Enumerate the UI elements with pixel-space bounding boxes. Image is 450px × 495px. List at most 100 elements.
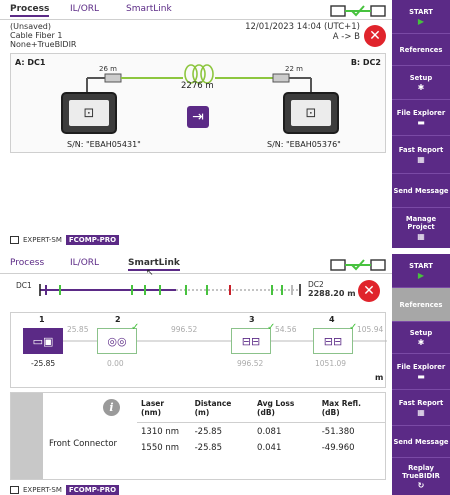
- otdr-device-b: ⊡: [283, 92, 339, 134]
- start-label: START: [409, 7, 433, 16]
- play-icon: ▶: [417, 270, 425, 280]
- cell-laser: 1550 nm: [141, 443, 180, 453]
- gear-icon: ✱: [417, 337, 425, 347]
- references-button[interactable]: References: [392, 288, 450, 322]
- event-number: 3: [249, 315, 255, 324]
- report-icon: ▦: [417, 154, 425, 164]
- setup-button[interactable]: Setup ✱: [392, 322, 450, 354]
- project-icon: ▦: [417, 232, 425, 241]
- cable-name: Cable Fiber 1: [10, 31, 63, 40]
- fiber-coil-icon: ◎◎: [107, 334, 127, 348]
- fiber-event-bar[interactable]: [0, 282, 310, 298]
- tab-process[interactable]: Process: [10, 4, 50, 17]
- connector-icon: ▭▣: [32, 334, 54, 348]
- send-message-label: Send Message: [393, 437, 449, 446]
- link-status-icon: [330, 259, 386, 271]
- replay-truebidir-label: Replay TrueBIDIR: [402, 463, 440, 480]
- folder-icon: ▬: [417, 117, 425, 127]
- file-explorer-label: File Explorer: [396, 362, 446, 371]
- gear-icon: ✱: [417, 82, 425, 92]
- serial-a: S/N: "EBAH05431": [67, 140, 141, 149]
- total-length: 2288.20 m: [308, 289, 356, 298]
- references-button[interactable]: References: [392, 34, 450, 66]
- launch-b-length: 22 m: [285, 65, 303, 73]
- references-label: References: [399, 300, 443, 309]
- job-info: (Unsaved) Cable Fiber 1 None+TrueBIDIR: [10, 22, 77, 49]
- table-row: 1310 nm -25.85 0.081 -51.380: [137, 423, 385, 440]
- event-4-splice[interactable]: ⊟⊟: [313, 328, 353, 354]
- references-label: References: [399, 45, 443, 54]
- tab-smartlink[interactable]: SmartLink: [126, 4, 172, 14]
- otdr-screen-icon: ⊡: [291, 100, 331, 126]
- cell-max-refl: -49.960: [321, 443, 355, 453]
- module-label: EXPERT-SM: [23, 486, 62, 494]
- save-status: (Unsaved): [10, 22, 51, 31]
- process-screen: Process IL/ORL SmartLink (Unsaved) Cable…: [0, 0, 450, 248]
- link-diagram: A: DC1 B: DC2 26 m 22 m 2276 m ⊡ ⊡ ⇥ S/N…: [10, 53, 386, 153]
- datetime-block: 12/01/2023 14:04 (UTC+1) A -> B: [245, 22, 360, 42]
- dc2-label: DC2: [308, 280, 324, 289]
- send-message-button[interactable]: Send Message: [392, 174, 450, 208]
- smartlink-screen: Process IL/ORL SmartLink ↖ DC1 DC2 2288.…: [0, 254, 450, 495]
- fiber-length: 2276 m: [181, 81, 214, 91]
- event-map: 1 2 3 4 ▭▣ ◎◎ ⊟⊟ ⊟⊟ ✓ ✓ ✓ 25.85 996.52 5…: [10, 312, 387, 388]
- fast-report-button[interactable]: Fast Report ▦: [392, 390, 450, 426]
- cell-distance: -25.85: [194, 427, 222, 437]
- replay-icon: ↻: [417, 480, 425, 490]
- event-1-connector[interactable]: ▭▣: [23, 328, 63, 354]
- event-details: i Front Connector Laser (nm) Distance (m…: [10, 392, 386, 480]
- serial-b: S/N: "EBAH05376": [267, 140, 341, 149]
- event-distance: 996.52: [237, 359, 264, 368]
- table-header-row: Laser (nm) Distance (m) Avg Loss (dB) Ma…: [137, 399, 385, 423]
- col-distance: Distance (m): [190, 399, 254, 423]
- pass-check-icon: ✓: [131, 322, 140, 333]
- mouse-cursor-icon: ↖: [146, 268, 154, 278]
- setup-label: Setup: [409, 328, 433, 337]
- tab-bar: Process IL/ORL SmartLink ↖: [0, 254, 392, 278]
- event-3-splice[interactable]: ⊟⊟: [231, 328, 271, 354]
- manage-project-button[interactable]: Manage Project ▦: [392, 208, 450, 248]
- tab-il-orl[interactable]: IL/ORL: [70, 258, 99, 268]
- cell-avg-loss: 0.081: [257, 427, 282, 437]
- license-badge: FCOMP-PRO: [65, 485, 120, 495]
- event-distance: -25.85: [31, 359, 56, 368]
- direction: A -> B: [332, 32, 360, 42]
- close-button[interactable]: ✕: [364, 25, 386, 47]
- manage-project-label: Manage Project: [405, 215, 437, 231]
- tab-smartlink[interactable]: SmartLink: [128, 258, 180, 271]
- launch-a-length: 26 m: [99, 65, 117, 73]
- link-status-icon: [330, 5, 386, 17]
- span-length: 105.94: [357, 325, 384, 334]
- start-button[interactable]: START ▶: [392, 254, 450, 288]
- col-avg-loss: Avg Loss (dB): [253, 399, 318, 423]
- main-area: Process IL/ORL SmartLink (Unsaved) Cable…: [0, 0, 392, 248]
- fast-report-button[interactable]: Fast Report ▦: [392, 136, 450, 174]
- otdr-screen-icon: ⊡: [69, 100, 109, 126]
- play-icon: ▶: [417, 16, 425, 26]
- license-badge: FCOMP-PRO: [65, 235, 120, 245]
- transfer-icon[interactable]: ⇥: [187, 106, 209, 128]
- module-icon: [10, 236, 19, 244]
- send-message-button[interactable]: Send Message: [392, 426, 450, 458]
- start-button[interactable]: START ▶: [392, 0, 450, 34]
- replay-truebidir-button[interactable]: Replay TrueBIDIR ↻: [392, 458, 450, 495]
- file-explorer-button[interactable]: File Explorer ▬: [392, 100, 450, 136]
- info-icon[interactable]: i: [103, 399, 120, 416]
- close-button[interactable]: ✕: [358, 280, 380, 302]
- tab-il-orl[interactable]: IL/ORL: [70, 4, 99, 14]
- setup-button[interactable]: Setup ✱: [392, 66, 450, 100]
- span-length: 996.52: [171, 325, 198, 334]
- event-number: 2: [115, 315, 121, 324]
- col-laser: Laser (nm): [137, 399, 191, 423]
- splice-icon: ⊟⊟: [323, 334, 343, 348]
- col-max-refl: Max Refl. (dB): [317, 399, 385, 423]
- file-explorer-button[interactable]: File Explorer ▬: [392, 354, 450, 390]
- main-area: Process IL/ORL SmartLink ↖ DC1 DC2 2288.…: [0, 254, 392, 495]
- start-label: START: [409, 261, 433, 270]
- cell-avg-loss: 0.041: [257, 443, 282, 453]
- report-icon: ▦: [417, 407, 425, 417]
- tab-bar: Process IL/ORL SmartLink: [0, 0, 392, 20]
- send-message-label: Send Message: [393, 186, 449, 195]
- cell-distance: -25.85: [194, 443, 222, 453]
- tab-process[interactable]: Process: [10, 258, 44, 268]
